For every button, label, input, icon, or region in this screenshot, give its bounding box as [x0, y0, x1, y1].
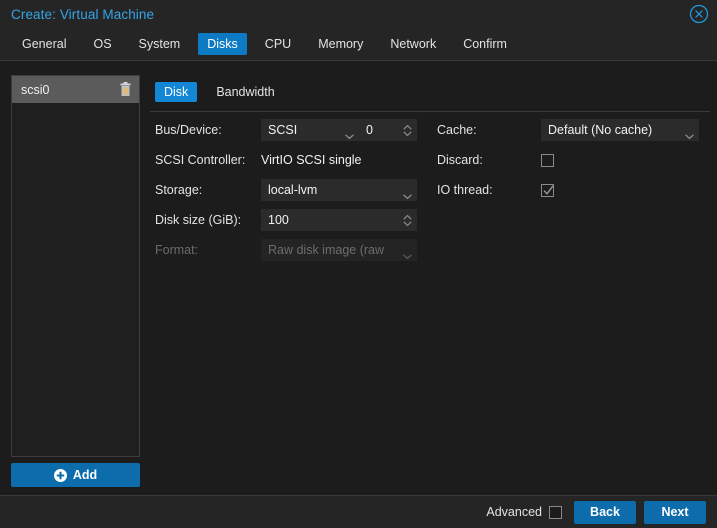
field-row-io-thread: IO thread:: [437, 179, 702, 201]
cache-select[interactable]: Default (No cache): [541, 119, 699, 141]
add-button[interactable]: Add: [11, 463, 140, 487]
cache-value: Default (No cache): [548, 123, 653, 137]
disk-item-label: scsi0: [21, 82, 50, 97]
bus-device-select[interactable]: SCSI: [261, 119, 359, 141]
disk-size-input[interactable]: 100: [261, 209, 417, 231]
tab-network[interactable]: Network: [381, 33, 445, 55]
subtab-bandwidth[interactable]: Bandwidth: [207, 82, 283, 102]
chevron-down-icon: [402, 187, 413, 199]
subtab-separator: [150, 111, 710, 112]
format-label: Format:: [155, 243, 199, 257]
trash-icon[interactable]: [119, 82, 132, 97]
advanced-checkbox[interactable]: [549, 505, 562, 519]
subtab-disk[interactable]: Disk: [155, 82, 198, 102]
cache-label: Cache:: [437, 123, 477, 137]
chevron-down-icon: [344, 127, 355, 139]
field-row-bus-device: Bus/Device: SCSI 0: [155, 119, 420, 141]
tab-disks[interactable]: Disks: [198, 33, 247, 55]
advanced-toggle[interactable]: Advanced: [486, 505, 562, 519]
discard-checkbox[interactable]: [541, 153, 554, 167]
disk-size-value: 100: [268, 213, 289, 227]
form-column-right: Cache: Default (No cache) Discard: IO th…: [437, 119, 702, 209]
form-column-left: Bus/Device: SCSI 0 SCSI Controller: Virt…: [155, 119, 420, 269]
tab-system[interactable]: System: [130, 33, 190, 55]
field-row-storage: Storage: local-lvm: [155, 179, 420, 201]
list-item[interactable]: scsi0: [12, 76, 139, 103]
advanced-label: Advanced: [486, 505, 542, 519]
field-row-cache: Cache: Default (No cache): [437, 119, 702, 141]
dialog-footer: Advanced Back Next: [0, 496, 717, 528]
dialog-body: scsi0 Add Disk Bandwidth Bus/Device: SCS…: [0, 61, 717, 495]
format-value: Raw disk image (raw: [268, 243, 385, 257]
dialog-title: Create: Virtual Machine: [11, 6, 155, 22]
storage-select[interactable]: local-lvm: [261, 179, 417, 201]
chevron-down-icon: [684, 127, 695, 139]
tab-os[interactable]: OS: [84, 33, 120, 55]
disk-subtab-bar: Disk Bandwidth: [155, 82, 294, 102]
format-select: Raw disk image (raw: [261, 239, 417, 261]
tab-confirm[interactable]: Confirm: [454, 33, 516, 55]
spinner-arrows-icon[interactable]: [402, 123, 413, 138]
add-button-label: Add: [72, 468, 98, 482]
disk-list-panel: scsi0: [11, 75, 140, 457]
scsi-controller-label: SCSI Controller:: [155, 153, 246, 167]
io-thread-label: IO thread:: [437, 183, 493, 197]
field-row-disk-size: Disk size (GiB): 100: [155, 209, 420, 231]
spinner-arrows-icon[interactable]: [402, 213, 413, 228]
io-thread-checkbox[interactable]: [541, 183, 554, 197]
disk-size-label: Disk size (GiB):: [155, 213, 242, 227]
dialog-titlebar: Create: Virtual Machine: [0, 0, 717, 28]
plus-circle-icon: [53, 468, 67, 482]
tab-memory[interactable]: Memory: [309, 33, 372, 55]
checkmark-icon: [543, 184, 554, 195]
tab-general[interactable]: General: [13, 33, 75, 55]
tab-cpu[interactable]: CPU: [256, 33, 300, 55]
wizard-tab-bar: General OS System Disks CPU Memory Netwo…: [0, 28, 717, 61]
field-row-scsi-controller: SCSI Controller: VirtIO SCSI single: [155, 149, 420, 171]
close-icon[interactable]: [689, 4, 709, 24]
bus-device-label: Bus/Device:: [155, 123, 222, 137]
storage-label: Storage:: [155, 183, 203, 197]
next-button[interactable]: Next: [644, 500, 706, 524]
field-row-format: Format: Raw disk image (raw: [155, 239, 420, 261]
device-number-value: 0: [366, 123, 373, 137]
field-row-discard: Discard:: [437, 149, 702, 171]
storage-value: local-lvm: [268, 183, 318, 197]
scsi-controller-value: VirtIO SCSI single: [261, 153, 362, 167]
device-number-stepper[interactable]: 0: [359, 119, 417, 141]
bus-device-value: SCSI: [268, 123, 298, 137]
discard-label: Discard:: [437, 153, 483, 167]
chevron-down-icon: [402, 247, 413, 259]
back-button[interactable]: Back: [574, 500, 636, 524]
